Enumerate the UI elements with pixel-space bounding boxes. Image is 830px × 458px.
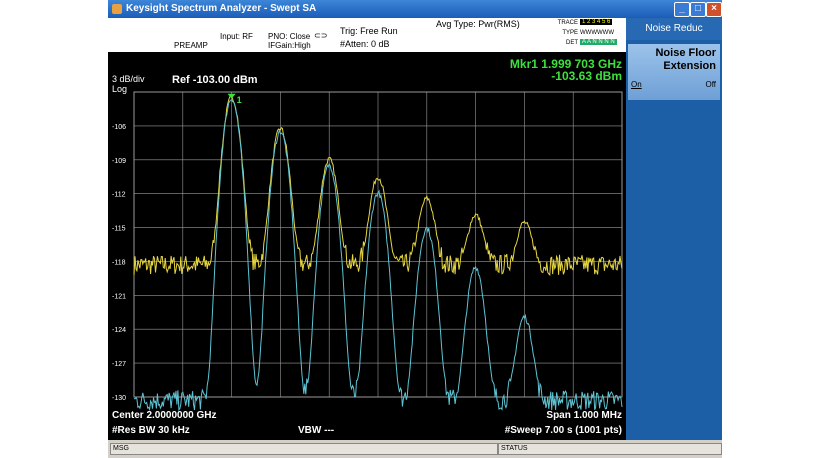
noise-floor-extension-softkey[interactable]: Noise Floor Extension On Off [628, 44, 720, 100]
y-tick-label: -106 [112, 124, 126, 131]
close-button[interactable]: × [706, 2, 722, 17]
pno-setting: PNO: Close [268, 32, 311, 41]
marker-diamond-icon [227, 93, 236, 99]
softkey-line1: Noise Floor [655, 47, 716, 59]
marker-number: 1 [237, 95, 242, 105]
center-frequency: Center 2.0000000 GHz [112, 410, 217, 421]
frequency-span: Span 1.000 MHz [546, 410, 622, 421]
window-title: Keysight Spectrum Analyzer - Swept SA [126, 3, 317, 14]
input-setting: Input: RF [220, 32, 253, 41]
avg-type-setting: Avg Type: Pwr(RMS) [436, 19, 520, 29]
graticule [133, 91, 623, 398]
ifgain-setting: IFGain:High [268, 41, 311, 50]
app-icon [112, 4, 122, 14]
sweep-time: #Sweep 7.00 s (1001 pts) [505, 425, 622, 436]
y-tick-label: -115 [112, 226, 126, 233]
softkey-menu-title: Noise Reduc [626, 18, 722, 40]
y-tick-label: -118 [112, 259, 126, 266]
trace-detectors: A A N N N N [580, 39, 617, 45]
settings-bar: Input: RF PREAMP PNO: Close ⊂⊃ IFGain:Hi… [108, 18, 626, 52]
softkey-panel: Noise Reduc Noise Floor Extension On Off [626, 18, 722, 440]
status-bar: MSG STATUS [108, 440, 722, 458]
trigger-setting: Trig: Free Run [340, 26, 398, 36]
reference-level: Ref -103.00 dBm [172, 74, 258, 86]
attenuation-setting: #Atten: 0 dB [340, 39, 390, 49]
softkey-on-option: On [631, 80, 642, 89]
trace-status-box: TRACE 1 2 3 4 5 6 TYPE WWWWWW DET A A N … [554, 18, 626, 52]
analyzer-window: Keysight Spectrum Analyzer - Swept SA _ … [108, 0, 722, 458]
softkey-line2: Extension [663, 60, 716, 72]
pno-icon: ⊂⊃ [314, 31, 328, 40]
y-tick-label: -121 [112, 293, 126, 300]
log-label: Log [112, 84, 127, 94]
trace-types: WWWWWW [580, 30, 614, 36]
status-field: STATUS [498, 443, 722, 455]
y-axis-ticks: -106 -109 -112 -115 -118 -121 -124 -127 -130 [112, 124, 126, 402]
scale-label: 3 dB/div [112, 74, 145, 84]
trace-numbers: 1 2 3 4 5 6 [580, 19, 613, 25]
maximize-button[interactable]: □ [690, 2, 706, 17]
marker-amplitude: -103.63 dBm [551, 69, 622, 83]
video-bandwidth: VBW --- [298, 425, 334, 436]
message-field: MSG [110, 443, 498, 455]
y-tick-label: -109 [112, 158, 126, 165]
resolution-bandwidth: #Res BW 30 kHz [112, 425, 190, 436]
y-tick-label: -112 [112, 192, 126, 199]
preamp-setting: PREAMP [174, 41, 208, 50]
y-tick-label: -127 [112, 361, 126, 368]
spectrum-plot: -106 -109 -112 -115 -118 -121 -124 -127 -130 3 d… [112, 57, 623, 436]
title-bar[interactable]: Keysight Spectrum Analyzer - Swept SA _ … [108, 0, 722, 18]
softkey-off-option: Off [705, 80, 716, 89]
y-tick-label: -130 [112, 395, 126, 402]
y-tick-label: -124 [112, 327, 126, 334]
spectrum-display[interactable]: -106 -109 -112 -115 -118 -121 -124 -127 -130 3 d… [108, 52, 626, 440]
minimize-button[interactable]: _ [674, 2, 690, 17]
